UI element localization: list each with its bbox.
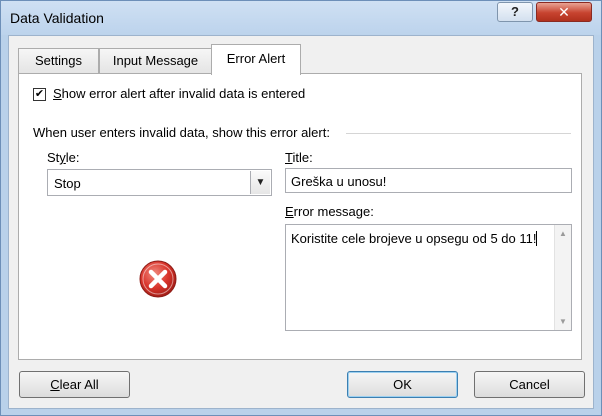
style-label-prefix: St: [47, 150, 60, 165]
title-bar[interactable]: Data Validation ? ✕: [1, 1, 601, 35]
dialog-title: Data Validation: [10, 10, 104, 26]
error-message-text: Koristite cele brojeve u opsegu od 5 do …: [291, 231, 537, 246]
clear-all-mnemonic: C: [50, 377, 60, 392]
help-button[interactable]: ?: [497, 2, 533, 22]
close-button[interactable]: ✕: [536, 2, 592, 22]
title-input[interactable]: Greška u unosu!: [285, 168, 572, 193]
error-message-scrollbar[interactable]: ▲ ▼: [554, 225, 571, 330]
show-error-alert-label-text: how error alert after invalid data is en…: [61, 86, 306, 101]
error-message-value: Koristite cele brojeve u opsegu od 5 do …: [291, 231, 538, 246]
title-label: Title:: [285, 150, 313, 165]
text-caret: [536, 231, 538, 246]
cancel-button[interactable]: Cancel: [474, 371, 585, 398]
error-message-label: Error message:: [285, 204, 374, 219]
style-label-suffix: le:: [65, 150, 80, 165]
error-message-label-mnemonic: E: [285, 204, 294, 219]
title-label-text: itle:: [292, 150, 313, 165]
show-error-alert-mnemonic: S: [53, 86, 62, 101]
style-label: StYle:: [47, 150, 80, 165]
section-label: When user enters invalid data, show this…: [33, 125, 330, 140]
show-error-alert-checkbox[interactable]: ✔: [33, 88, 46, 101]
section-divider: [346, 133, 571, 134]
style-select[interactable]: Stop ▼: [47, 169, 272, 196]
stop-error-icon: [139, 260, 177, 298]
error-message-textarea[interactable]: Koristite cele brojeve u opsegu od 5 do …: [285, 224, 572, 331]
tab-error-alert[interactable]: Error Alert: [211, 44, 301, 75]
style-select-value: Stop: [54, 176, 81, 191]
dialog-body: Settings Input Message Error Alert ✔ Sho…: [8, 35, 594, 409]
clear-all-button[interactable]: Clear All: [19, 371, 130, 398]
chevron-down-icon[interactable]: ▼: [250, 171, 270, 194]
tab-settings[interactable]: Settings: [18, 48, 99, 74]
show-error-alert-label[interactable]: Show error alert after invalid data is e…: [53, 86, 305, 101]
data-validation-dialog: Data Validation ? ✕ Settings Input Messa…: [0, 0, 602, 416]
tab-input-message[interactable]: Input Message: [99, 48, 212, 74]
title-input-value: Greška u unosu!: [291, 174, 387, 189]
error-alert-panel: ✔ Show error alert after invalid data is…: [18, 73, 582, 360]
scroll-up-icon[interactable]: ▲: [555, 225, 571, 242]
ok-button[interactable]: OK: [347, 371, 458, 398]
clear-all-label: lear All: [59, 377, 99, 392]
scroll-down-icon[interactable]: ▼: [555, 313, 571, 330]
error-message-label-text: rror message:: [293, 204, 374, 219]
